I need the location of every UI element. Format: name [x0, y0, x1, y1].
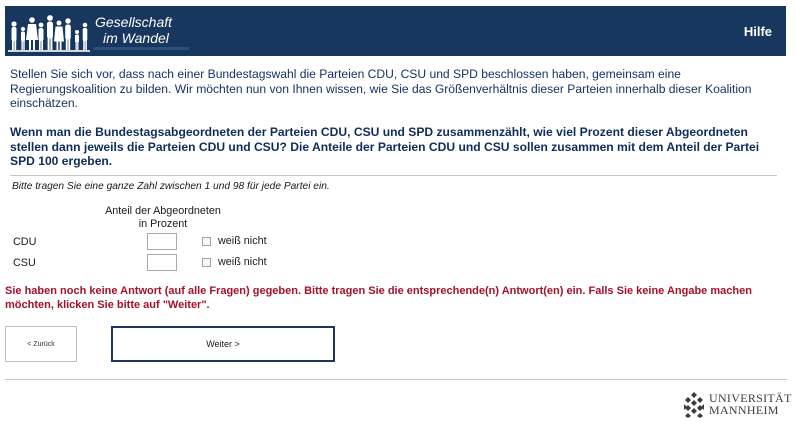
column-header-line-1: Anteil der Abgeordneten — [105, 205, 221, 217]
logo-line-2: im Wandel — [103, 30, 169, 46]
university-name-line-2: MANNHEIM — [709, 403, 779, 417]
university-name: UNIVERSITÄT MANNHEIM — [709, 392, 792, 416]
csu-dont-know-checkbox[interactable] — [202, 258, 211, 267]
column-header-line-2: in Prozent — [138, 218, 188, 230]
intro-text: Stellen Sie sich vor, dass nach einer Bu… — [10, 67, 752, 110]
row-label-cdu: CDU — [13, 236, 37, 248]
csu-percent-input[interactable] — [147, 254, 177, 271]
column-header: Anteil der Abgeordneten in Prozent — [104, 205, 222, 231]
cdu-dont-know-checkbox[interactable] — [202, 237, 211, 246]
question-text: Wenn man die Bundestagsabgeordneten der … — [10, 125, 760, 168]
cdu-dont-know-label[interactable]: weiß nicht — [218, 235, 267, 247]
cdu-percent-input[interactable] — [147, 233, 177, 250]
row-label-csu: CSU — [13, 257, 36, 269]
people-silhouette-logo-icon — [8, 15, 90, 52]
logo-line-1: Gesellschaft — [95, 14, 173, 30]
hint-text: Bitte tragen Sie eine ganze Zahl zwische… — [12, 181, 330, 192]
logo-underline — [93, 47, 189, 50]
divider-bottom — [5, 379, 787, 380]
logo-wordmark: Gesellschaft im Wandel — [95, 14, 172, 46]
back-button[interactable]: < Zurück — [5, 326, 77, 362]
back-button-label: < Zurück — [27, 340, 55, 348]
university-logo: UNIVERSITÄT MANNHEIM — [682, 390, 792, 420]
divider-top — [10, 175, 777, 176]
university-crest-icon — [684, 392, 704, 418]
next-button-label: Weiter > — [206, 339, 240, 349]
help-link[interactable]: Hilfe — [744, 24, 772, 39]
error-message: Sie haben noch keine Antwort (auf alle F… — [5, 285, 752, 311]
header-bar: Gesellschaft im Wandel Hilfe — [5, 6, 786, 56]
csu-dont-know-label[interactable]: weiß nicht — [218, 256, 267, 268]
next-button[interactable]: Weiter > — [111, 326, 335, 362]
